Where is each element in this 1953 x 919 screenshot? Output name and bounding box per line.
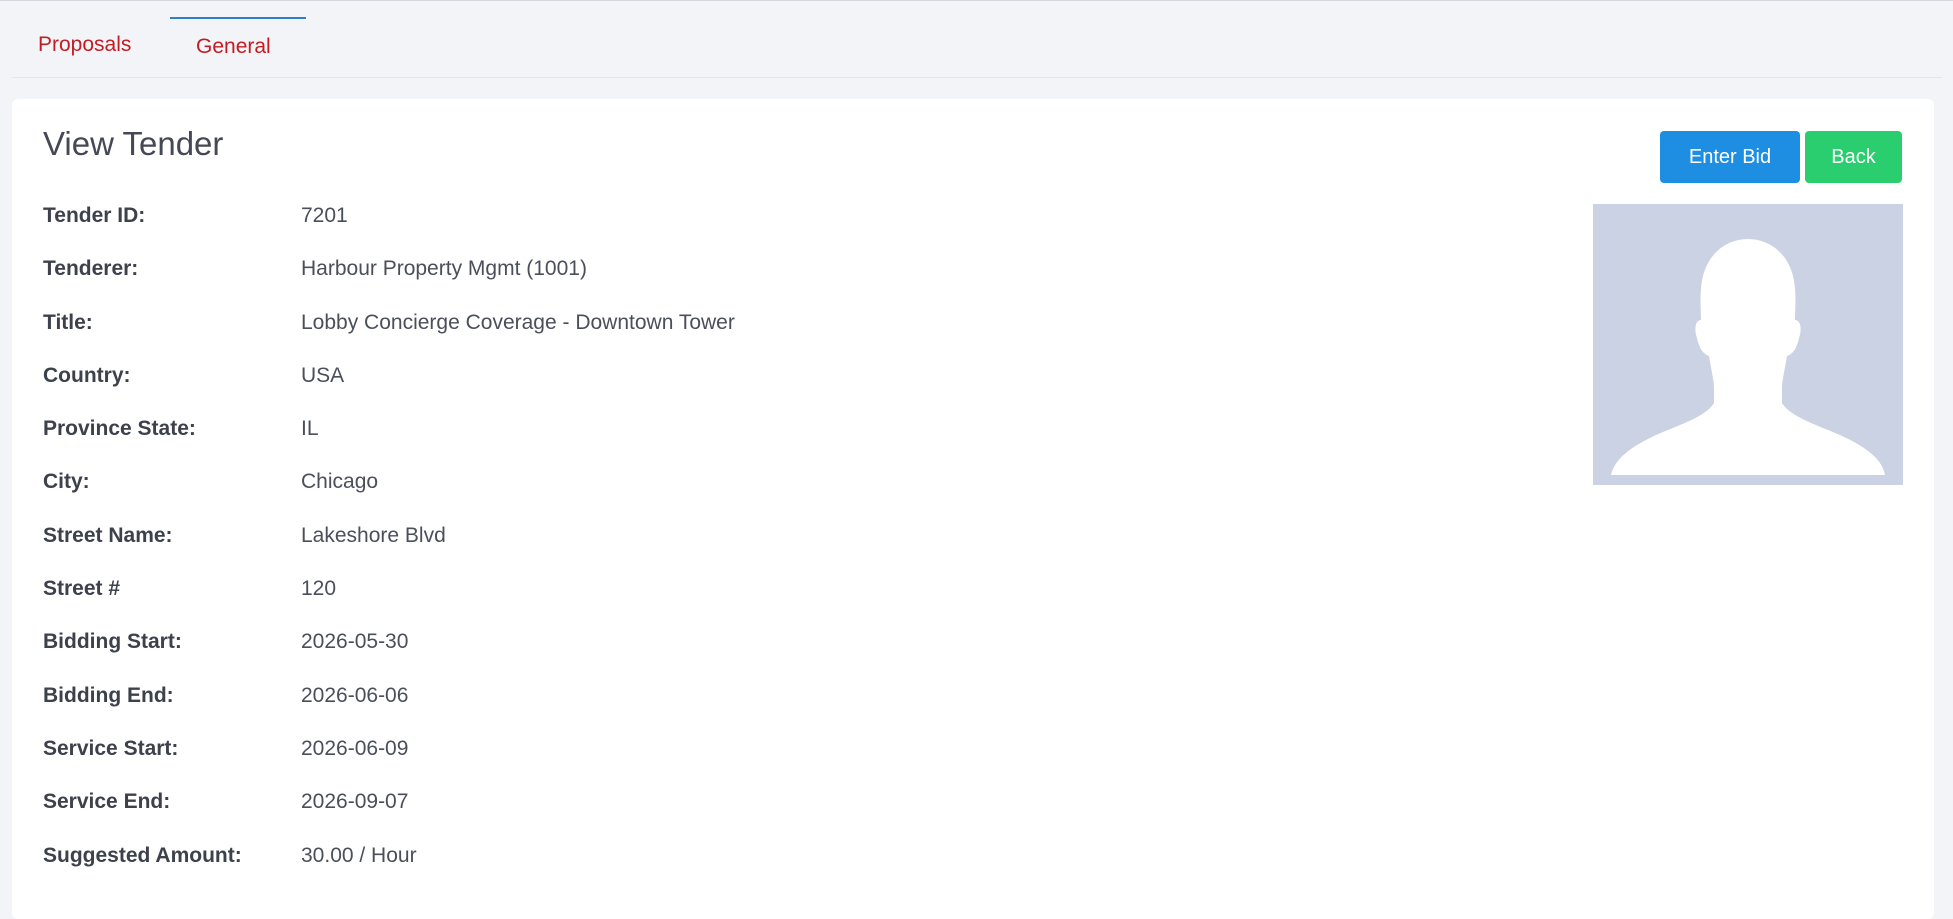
detail-label: Service End: xyxy=(43,790,171,814)
detail-row-service-end: Service End: 2026-09-07 xyxy=(43,784,1543,837)
detail-value: 120 xyxy=(301,577,337,601)
tender-details: Tender ID: 7201 Tenderer: Harbour Proper… xyxy=(43,198,1543,891)
detail-value: Lakeshore Blvd xyxy=(301,523,446,547)
detail-label: Street # xyxy=(43,577,121,601)
detail-row-bidding-start: Bidding Start: 2026-05-30 xyxy=(43,624,1543,677)
detail-label: Tender ID: xyxy=(43,204,146,227)
detail-label: Country: xyxy=(43,363,131,387)
detail-label: Street Name: xyxy=(43,523,173,547)
detail-row-street-name: Street Name: Lakeshore Blvd xyxy=(43,518,1543,571)
detail-row-tenderer: Tenderer: Harbour Property Mgmt (1001) xyxy=(43,251,1543,304)
detail-value: Harbour Property Mgmt (1001) xyxy=(301,257,587,281)
detail-value: 2026-05-30 xyxy=(301,630,409,654)
detail-value: Lobby Concierge Coverage - Downtown Towe… xyxy=(301,310,735,334)
tab-bar: Proposals General xyxy=(12,2,1942,78)
detail-value: 2026-09-07 xyxy=(301,790,409,814)
back-button[interactable]: Back xyxy=(1805,131,1902,183)
detail-row-country: Country: USA xyxy=(43,358,1543,411)
page-title: View Tender xyxy=(43,125,224,162)
detail-label: Bidding Start: xyxy=(43,630,182,654)
detail-label: Suggested Amount: xyxy=(43,843,242,867)
detail-row-city: City: Chicago xyxy=(43,464,1543,517)
detail-value: IL xyxy=(301,417,319,441)
detail-row-street-number: Street # 120 xyxy=(43,571,1543,624)
active-tab-indicator xyxy=(170,17,306,19)
person-silhouette-icon xyxy=(1611,239,1885,475)
detail-value: 2026-06-09 xyxy=(301,736,409,760)
detail-row-service-start: Service Start: 2026-06-09 xyxy=(43,731,1543,784)
detail-label: Bidding End: xyxy=(43,683,174,707)
detail-label: Tenderer: xyxy=(43,257,139,281)
detail-value: 2026-06-06 xyxy=(301,683,409,707)
detail-label: Title: xyxy=(43,310,93,334)
tab-proposals[interactable]: Proposals xyxy=(38,2,158,76)
detail-value: USA xyxy=(301,363,345,387)
detail-row-province-state: Province State: IL xyxy=(43,411,1543,464)
detail-label: Service Start: xyxy=(43,736,179,760)
detail-row-tender-id: Tender ID: 7201 xyxy=(43,198,1543,251)
tender-card: View Tender Enter Bid Back Tender ID: 72… xyxy=(12,99,1934,919)
detail-row-bidding-end: Bidding End: 2026-06-06 xyxy=(43,678,1543,731)
detail-value: 7201 xyxy=(301,204,348,227)
detail-label: Province State: xyxy=(43,417,196,441)
detail-row-suggested-amount: Suggested Amount: 30.00 / Hour xyxy=(43,838,1543,891)
detail-value: 30.00 / Hour xyxy=(301,843,417,867)
tab-general[interactable]: General xyxy=(170,2,306,76)
detail-label: City: xyxy=(43,470,90,494)
detail-row-title: Title: Lobby Concierge Coverage - Downto… xyxy=(43,305,1543,358)
tab-general-label: General xyxy=(196,35,271,58)
top-border xyxy=(0,0,1953,1)
enter-bid-button[interactable]: Enter Bid xyxy=(1660,131,1800,183)
detail-value: Chicago xyxy=(301,470,379,494)
tender-avatar xyxy=(1593,204,1903,485)
tab-proposals-label: Proposals xyxy=(38,33,132,56)
